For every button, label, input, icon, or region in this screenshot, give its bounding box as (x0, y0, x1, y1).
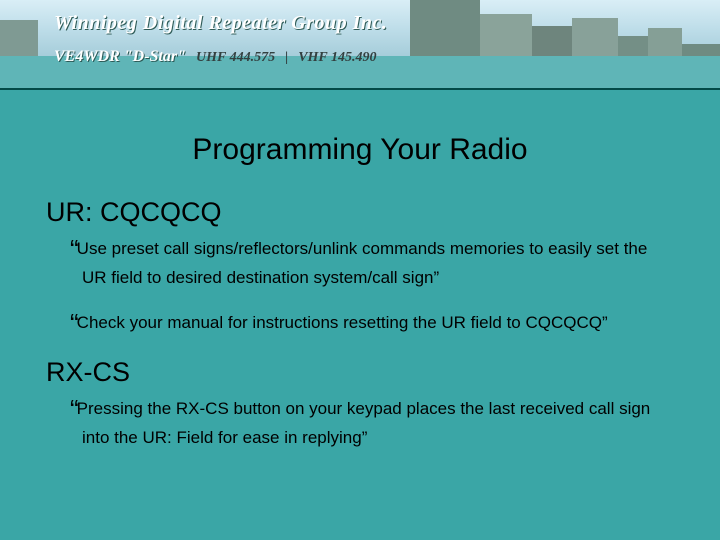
header-banner: Winnipeg Digital Repeater Group Inc. VE4… (0, 0, 720, 95)
freq-divider: | (285, 50, 288, 66)
bullet-content: Use preset call signs/reflectors/unlink … (77, 239, 648, 287)
freq-uhf: UHF 444.575 (196, 50, 275, 66)
bullet-text: “Check your manual for instructions rese… (46, 306, 674, 341)
bullet-content: Pressing the RX-CS button on your keypad… (77, 399, 651, 447)
freq-vhf: VHF 145.490 (298, 50, 376, 66)
banner-sub-row: VE4WDR "D-Star" UHF 444.575 | VHF 145.49… (54, 48, 377, 66)
bullet-text: “Use preset call signs/reflectors/unlink… (46, 232, 674, 290)
section-heading-rxcs: RX-CS (46, 357, 674, 388)
callsign: VE4WDR "D-Star" (54, 48, 186, 66)
bullet-text: “Pressing the RX-CS button on your keypa… (46, 392, 674, 450)
bullet-content: Check your manual for instructions reset… (77, 313, 608, 332)
section-heading-ur: UR: CQCQCQ (46, 197, 674, 228)
banner-divider (0, 88, 720, 90)
org-name: Winnipeg Digital Repeater Group Inc. (54, 12, 387, 35)
slide-title: Programming Your Radio (46, 133, 674, 167)
slide-content: Programming Your Radio UR: CQCQCQ “Use p… (0, 133, 720, 450)
